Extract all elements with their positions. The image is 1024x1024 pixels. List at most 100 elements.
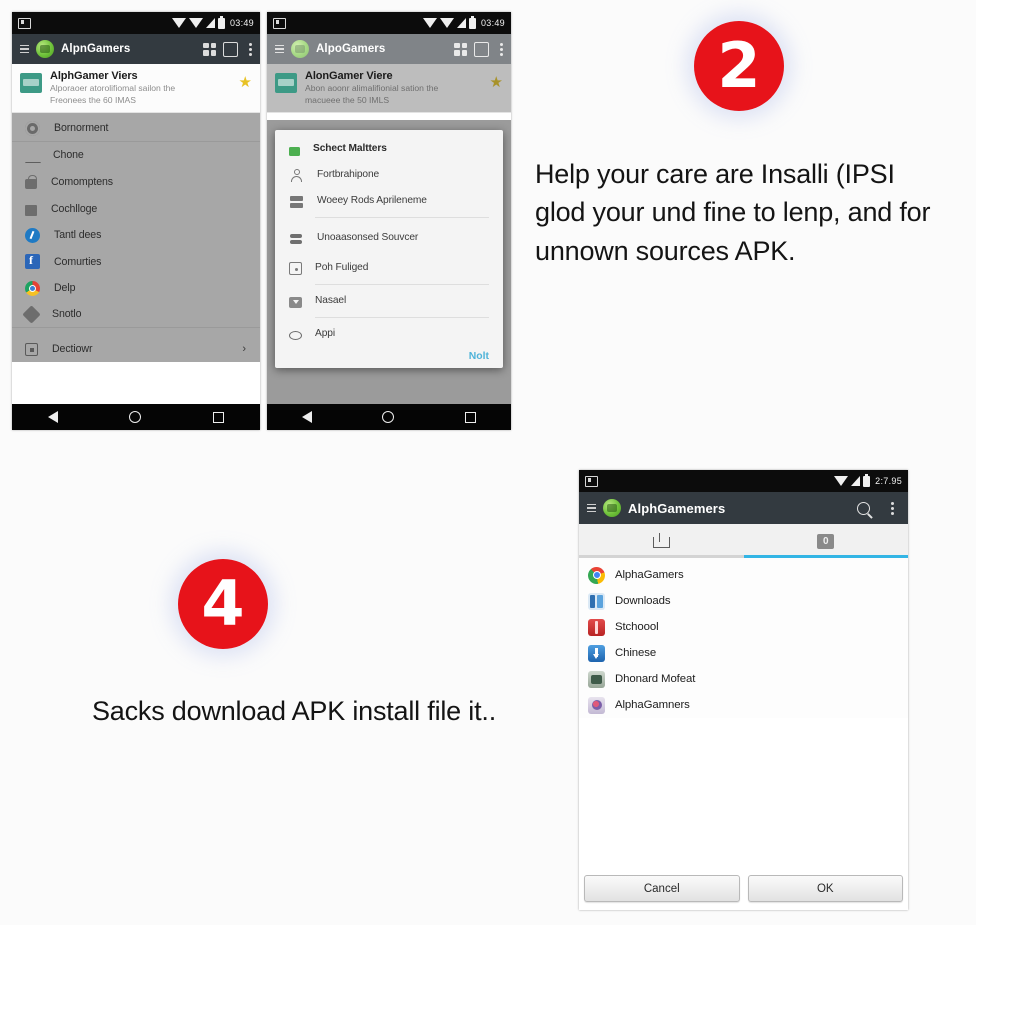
dialog-item-schect-maltters[interactable]: Schect Maltters bbox=[275, 136, 503, 162]
drawer-item-cochlloge[interactable]: Cochlloge bbox=[12, 195, 260, 222]
app-card-title: AlphGamer Viers bbox=[50, 70, 138, 82]
back-icon[interactable] bbox=[302, 411, 313, 423]
home-icon[interactable] bbox=[129, 411, 142, 423]
overflow-menu-icon[interactable] bbox=[249, 42, 252, 56]
file-row[interactable]: Dhonard Mofeat bbox=[579, 666, 908, 692]
status-bar: 03:49 bbox=[267, 12, 511, 34]
android-nav-bar bbox=[12, 404, 260, 430]
recents-icon[interactable] bbox=[464, 411, 476, 423]
lock-icon bbox=[25, 174, 37, 189]
app-thumbnail-icon bbox=[275, 73, 297, 93]
file-row[interactable]: Stchoool bbox=[579, 614, 908, 640]
overflow-menu-icon[interactable] bbox=[500, 42, 503, 56]
file-row[interactable]: AlphaGamners bbox=[579, 692, 908, 718]
dialog-action-button[interactable]: Nolt bbox=[275, 347, 503, 364]
drawer-item-chone[interactable]: Chone bbox=[12, 142, 260, 169]
storage-tabs: 0 bbox=[579, 524, 908, 558]
hamburger-icon[interactable] bbox=[20, 44, 29, 54]
dialog-item-poh-fuliged[interactable]: Poh Fuliged bbox=[275, 255, 503, 281]
favorite-star-icon[interactable]: ★ bbox=[239, 75, 252, 90]
drawer-item-tantldees[interactable]: Tantl dees bbox=[12, 222, 260, 249]
dialog-item-label: Schect Maltters bbox=[313, 142, 387, 154]
hamburger-icon[interactable] bbox=[587, 503, 596, 513]
cancel-button[interactable]: Cancel bbox=[584, 875, 740, 902]
drawer-item-label: Comurties bbox=[54, 255, 102, 268]
wifi-secondary-icon bbox=[439, 18, 454, 28]
back-icon[interactable] bbox=[47, 411, 58, 423]
app-info-card[interactable]: AlonGamer Viere Abon aoonr alimalifionia… bbox=[267, 64, 511, 114]
drawer-item-snotlo[interactable]: Snotlo bbox=[12, 302, 260, 329]
dialog-item-label: Unoaasonsed Souvcer bbox=[317, 231, 419, 243]
dialog-buttons: Cancel OK bbox=[579, 875, 908, 902]
file-row[interactable]: Chinese bbox=[579, 640, 908, 666]
drawer-item-label: Chone bbox=[53, 149, 84, 162]
drawer-item-label: Comomptens bbox=[51, 175, 113, 188]
tab-indicator bbox=[579, 555, 908, 558]
grid-view-icon[interactable] bbox=[203, 42, 216, 56]
dialog-item-unoaasonsed-souvcer[interactable]: Unoaasonsed Souvcer bbox=[275, 221, 503, 255]
dialog-item-appi[interactable]: Appi bbox=[275, 321, 503, 347]
person-icon bbox=[289, 168, 304, 183]
chrome-icon bbox=[588, 566, 605, 584]
signal-icon bbox=[851, 476, 861, 486]
box-dot-icon bbox=[289, 262, 302, 275]
screenshot-canvas: 03:49 AlpnGamers AlphGamer Viers Alporao… bbox=[0, 0, 1024, 1024]
app-card-title: AlonGamer Viere bbox=[305, 70, 393, 82]
wifi-icon bbox=[834, 476, 849, 486]
status-icons: 03:49 bbox=[171, 15, 254, 29]
sim-icon bbox=[585, 475, 598, 487]
ok-button[interactable]: OK bbox=[747, 875, 903, 902]
search-icon[interactable] bbox=[223, 41, 238, 57]
search-icon[interactable] bbox=[857, 501, 870, 515]
app-bar-title: AlphGamemers bbox=[628, 500, 726, 516]
file-row[interactable]: Downloads bbox=[579, 588, 908, 614]
downloads-icon bbox=[588, 592, 605, 610]
grid-view-icon[interactable] bbox=[454, 42, 467, 56]
info-circle-icon bbox=[25, 227, 40, 243]
app-bar: AlphGamemers bbox=[579, 492, 908, 524]
tab-internal-storage[interactable] bbox=[579, 524, 744, 558]
dialog-item-fortbrahipone[interactable]: Fortbrahipone bbox=[275, 162, 503, 188]
blue-download-icon bbox=[588, 644, 605, 662]
home-icon[interactable] bbox=[382, 411, 395, 423]
overflow-menu-icon[interactable] bbox=[891, 501, 894, 515]
file-row[interactable]: AlphaGamers bbox=[579, 562, 908, 588]
dialog-divider bbox=[315, 284, 489, 285]
drawer-item-settings[interactable]: Bornorment bbox=[12, 115, 260, 143]
status-time: 2:7.95 bbox=[875, 476, 902, 486]
search-icon[interactable] bbox=[474, 41, 489, 57]
step-text-4: Sacks download APK install file it.. bbox=[91, 696, 496, 726]
folder-up-icon bbox=[652, 532, 670, 549]
flower-app-icon bbox=[588, 696, 605, 714]
drawer-item-label: Bornorment bbox=[54, 122, 109, 135]
dialog-item-nasael[interactable]: Nasael bbox=[275, 288, 503, 314]
dialog-item-woeey-rods[interactable]: Woeey Rods Aprileneme bbox=[275, 188, 503, 214]
file-name: AlphaGamers bbox=[615, 569, 684, 581]
wifi-icon bbox=[171, 18, 186, 28]
hamburger-icon[interactable] bbox=[275, 44, 284, 54]
red-app-icon bbox=[588, 618, 605, 636]
download-icon bbox=[289, 296, 302, 308]
status-icons: 2:7.95 bbox=[834, 473, 902, 487]
drawer-item-comomptens[interactable]: Comomptens bbox=[12, 169, 260, 196]
tab-sdcard[interactable]: 0 bbox=[744, 524, 909, 558]
green-lock-icon bbox=[289, 147, 300, 156]
step-badge-2: 2 bbox=[694, 21, 784, 111]
status-time: 03:49 bbox=[229, 18, 254, 28]
chrome-icon bbox=[25, 280, 40, 296]
step-text-2: Help your care are Insalli (IPSI glod yo… bbox=[535, 159, 931, 266]
apps-icon bbox=[289, 194, 304, 209]
favorite-star-icon[interactable]: ★ bbox=[490, 75, 503, 90]
dialog-item-label: Fortbrahipone bbox=[317, 168, 380, 180]
battery-icon bbox=[468, 15, 476, 29]
recents-icon[interactable] bbox=[213, 411, 225, 423]
phone-screenshot-4: 2:7.95 AlphGamemers 0 AlphaGamers Downlo… bbox=[579, 470, 908, 910]
app-info-card[interactable]: AlphGamer Viers Alporaoer atorolifiomal … bbox=[12, 64, 260, 114]
drawer-item-comurties[interactable]: Comurties bbox=[12, 248, 260, 275]
settings-icon bbox=[25, 120, 40, 136]
navigation-drawer: Bornorment Chone Comomptens Cochlloge Ta… bbox=[12, 113, 260, 362]
app-logo-icon bbox=[603, 499, 621, 517]
drawer-item-delp[interactable]: Delp bbox=[12, 275, 260, 302]
dialog-item-label: Woeey Rods Aprileneme bbox=[317, 194, 427, 206]
drawer-item-dectiowr[interactable]: Dectiowr › bbox=[12, 335, 260, 362]
